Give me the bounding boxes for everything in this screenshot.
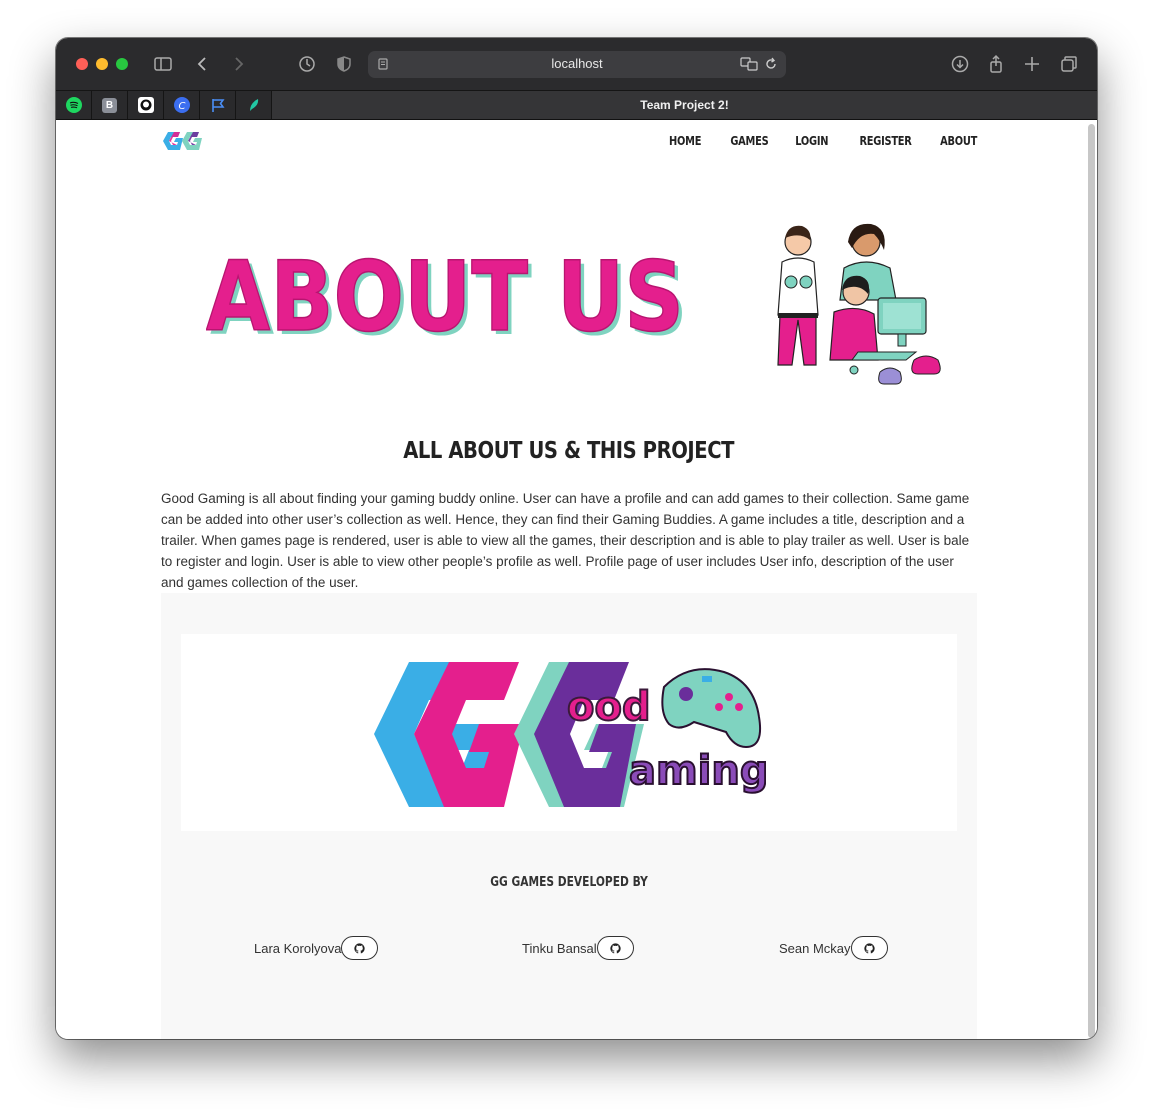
developer-github-button[interactable] bbox=[850, 936, 888, 960]
nav-link-games[interactable]: GAMES bbox=[730, 134, 768, 148]
flag-icon bbox=[211, 99, 225, 112]
forward-icon[interactable] bbox=[226, 52, 250, 76]
about-us-hero-title: ABOUT US ABOUT US bbox=[206, 250, 688, 350]
spotify-icon bbox=[65, 97, 82, 113]
developer-name: Tinku Bansal bbox=[522, 940, 597, 956]
title-bar: localhost bbox=[56, 38, 1097, 90]
downloads-icon[interactable] bbox=[948, 52, 972, 76]
sidebar-toggle-icon[interactable] bbox=[151, 52, 175, 76]
pinned-tab-github[interactable] bbox=[128, 91, 164, 119]
tab-bar: B C Team Project 2! bbox=[56, 90, 1097, 119]
developer-github-button[interactable] bbox=[341, 936, 379, 960]
developer-item: Lara Korolyova bbox=[254, 936, 379, 960]
nav-link-about[interactable]: ABOUT bbox=[940, 134, 977, 148]
nav-link-home[interactable]: HOME bbox=[669, 134, 701, 148]
pinned-tab-b[interactable]: B bbox=[92, 91, 128, 119]
logo-word-aming: aming bbox=[629, 748, 766, 794]
nav-links: HOME GAMES LOGIN REGISTER ABOUT bbox=[662, 134, 977, 148]
developer-item: Sean Mckay bbox=[779, 936, 888, 960]
b-icon: B bbox=[102, 97, 117, 113]
url-text: localhost bbox=[551, 56, 603, 71]
pinned-tab-spotify[interactable] bbox=[56, 91, 92, 119]
logo-word-ood: ood bbox=[567, 684, 651, 730]
section-title-text: ALL ABOUT US & THIS PROJECT bbox=[403, 438, 735, 464]
page-content: HOME GAMES LOGIN REGISTER ABOUT ABOUT US… bbox=[56, 119, 1097, 1039]
github-icon bbox=[610, 942, 621, 953]
nav-link-register[interactable]: REGISTER bbox=[860, 134, 912, 148]
active-tab[interactable]: Team Project 2! bbox=[272, 91, 1097, 119]
developer-name: Sean Mckay bbox=[779, 940, 851, 956]
developer-name: Lara Korolyova bbox=[254, 940, 342, 956]
reload-icon[interactable] bbox=[764, 56, 778, 72]
logo-box: ood aming bbox=[181, 634, 957, 831]
feather-icon bbox=[249, 99, 258, 111]
developers-title: GG GAMES DEVELOPED BY bbox=[161, 875, 977, 890]
pinned-tab-copilot[interactable]: C bbox=[164, 91, 200, 119]
gamepad-icon bbox=[661, 668, 762, 749]
translate-icon[interactable] bbox=[740, 56, 760, 72]
tab-title: Team Project 2! bbox=[640, 98, 729, 112]
pinned-tab-flag[interactable] bbox=[200, 91, 236, 119]
back-icon[interactable] bbox=[191, 52, 215, 76]
zoom-window-button[interactable] bbox=[116, 58, 128, 70]
github-icon bbox=[863, 942, 875, 953]
copilot-icon: C bbox=[173, 97, 190, 113]
pinned-tab-feather[interactable] bbox=[236, 91, 272, 119]
site-nav: HOME GAMES LOGIN REGISTER ABOUT bbox=[161, 120, 977, 162]
share-icon[interactable] bbox=[984, 52, 1008, 76]
github-icon bbox=[354, 942, 366, 953]
tab-overview-icon[interactable] bbox=[1057, 52, 1081, 76]
good-gaming-logo: ood aming bbox=[374, 662, 766, 807]
new-tab-icon[interactable] bbox=[1020, 52, 1044, 76]
hero-title-text: ABOUT US bbox=[206, 250, 684, 350]
developers-list: Lara Korolyova Tinku Bansal Sean Mckay bbox=[161, 936, 977, 960]
minimize-window-button[interactable] bbox=[96, 58, 108, 70]
scrollbar[interactable] bbox=[1088, 124, 1095, 1038]
developer-item: Tinku Bansal bbox=[522, 936, 634, 960]
svg-text:C: C bbox=[178, 101, 185, 112]
section-title: ALL ABOUT US & THIS PROJECT bbox=[161, 438, 977, 464]
project-description: Good Gaming is all about finding your ga… bbox=[161, 491, 970, 590]
gamers-illustration bbox=[777, 223, 941, 385]
address-bar[interactable]: localhost bbox=[368, 51, 786, 78]
developers-title-text: GG GAMES DEVELOPED BY bbox=[490, 875, 648, 890]
history-icon[interactable] bbox=[295, 52, 319, 76]
close-window-button[interactable] bbox=[76, 58, 88, 70]
shield-icon[interactable] bbox=[332, 52, 356, 76]
github-icon bbox=[137, 97, 154, 113]
browser-window: localhost B C Team Project 2! HOME GAMES… bbox=[56, 38, 1097, 1039]
gg-logo-small[interactable] bbox=[161, 128, 203, 154]
credits-card: ood aming GG GAMES DEVELOPED BY Lara Kor… bbox=[161, 593, 977, 1039]
nav-link-login[interactable]: LOGIN bbox=[795, 134, 828, 148]
developer-github-button[interactable] bbox=[596, 936, 634, 960]
